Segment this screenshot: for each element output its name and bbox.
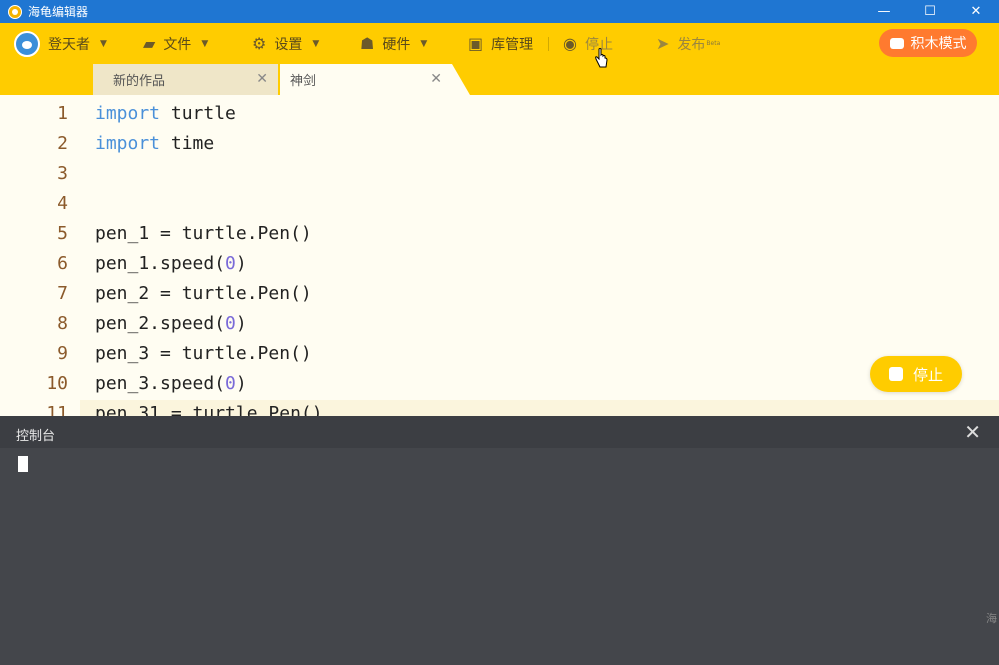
- code-line: pen_3 = turtle.Pen(): [95, 343, 312, 364]
- hand-pointer-icon: [595, 48, 608, 68]
- library-label: 库管理: [491, 36, 534, 53]
- robot-icon: ☗: [360, 34, 375, 53]
- floating-stop-label: 停止: [912, 365, 943, 384]
- line-number: 10: [46, 373, 68, 394]
- line-number: 1: [57, 103, 68, 124]
- beta-badge: Beta: [706, 40, 721, 47]
- file-menu-label: 文件: [163, 36, 192, 53]
- settings-menu[interactable]: ⚙ 设置 ▼: [252, 23, 319, 64]
- publish-button[interactable]: ➤ 发布 Beta: [656, 23, 720, 64]
- editor-tab-bar: 新的作品 ✕ 神剑 ✕: [0, 64, 999, 95]
- stop-circle-icon: ◉: [563, 34, 577, 53]
- login-label: 登天者: [48, 36, 90, 53]
- line-number: 4: [57, 193, 68, 214]
- block-mode-label: 积木模式: [910, 36, 967, 52]
- close-icon[interactable]: ✕: [430, 71, 442, 87]
- file-menu[interactable]: ▰ 文件 ▼: [143, 23, 208, 64]
- code-line: pen_31 = turtle.Pen(): [95, 403, 323, 416]
- line-number: 8: [57, 313, 68, 334]
- line-number-gutter: 1 2 3 4 5 6 7 8 9 10 11: [0, 95, 80, 416]
- code-line: pen_1.speed(0): [95, 253, 247, 274]
- line-number: 9: [57, 343, 68, 364]
- code-line: import time: [95, 133, 215, 154]
- maximize-button[interactable]: ☐: [907, 0, 953, 23]
- block-mode-button[interactable]: 积木模式: [879, 29, 977, 57]
- app-logo-icon: [8, 4, 22, 19]
- window-title: 海龟编辑器: [28, 5, 89, 19]
- publish-label: 发布: [677, 36, 706, 53]
- gear-icon: ⚙: [252, 34, 267, 53]
- library-button[interactable]: ▣ 库管理: [468, 23, 533, 64]
- chevron-down-icon: ▼: [420, 38, 428, 49]
- tab-label: 神剑: [290, 74, 317, 89]
- chevron-down-icon: ▼: [312, 38, 320, 49]
- line-number: 7: [57, 283, 68, 304]
- hardware-menu[interactable]: ☗ 硬件 ▼: [360, 23, 427, 64]
- window-controls: — ☐ ✕: [861, 0, 999, 23]
- code-line: import turtle: [95, 103, 236, 124]
- line-number: 6: [57, 253, 68, 274]
- line-number: 2: [57, 133, 68, 154]
- login-menu[interactable]: 登天者 ▼: [14, 23, 107, 64]
- title-bar: 海龟编辑器 — ☐ ✕: [0, 0, 999, 23]
- settings-menu-label: 设置: [274, 36, 303, 53]
- console-title: 控制台: [16, 429, 56, 444]
- close-window-button[interactable]: ✕: [953, 0, 999, 23]
- code-editor[interactable]: 1 2 3 4 5 6 7 8 9 10 11 import turtle im…: [0, 95, 999, 416]
- line-number: 3: [57, 163, 68, 184]
- code-line: pen_1 = turtle.Pen(): [95, 223, 312, 244]
- chevron-down-icon: ▼: [201, 38, 209, 49]
- stop-square-icon: [888, 367, 903, 381]
- block-icon: [889, 37, 904, 49]
- edge-text: 海: [986, 612, 997, 625]
- minimize-button[interactable]: —: [861, 0, 907, 23]
- code-line: pen_2 = turtle.Pen(): [95, 283, 312, 304]
- paper-plane-icon: ➤: [656, 34, 670, 53]
- chevron-down-icon: ▼: [100, 38, 107, 49]
- code-line: pen_2.speed(0): [95, 313, 247, 334]
- inbox-icon: ▣: [468, 34, 484, 53]
- close-icon[interactable]: ✕: [256, 71, 268, 87]
- console-output[interactable]: 海: [0, 448, 999, 665]
- folder-icon: ▰: [143, 34, 156, 53]
- close-console-icon[interactable]: ✕: [964, 420, 981, 444]
- hardware-menu-label: 硬件: [382, 36, 411, 53]
- tab-new-work[interactable]: 新的作品 ✕: [93, 64, 278, 95]
- line-number: 11: [46, 403, 68, 416]
- text-cursor: [18, 456, 28, 472]
- toolbar-divider: [548, 37, 549, 51]
- avatar: [14, 30, 40, 57]
- line-number: 5: [57, 223, 68, 244]
- code-line: pen_3.speed(0): [95, 373, 247, 394]
- floating-stop-button[interactable]: 停止: [870, 356, 962, 392]
- console-header: 控制台 ✕: [0, 416, 999, 448]
- tab-label: 新的作品: [113, 74, 166, 89]
- main-toolbar: 登天者 ▼ ▰ 文件 ▼ ⚙ 设置 ▼ ☗ 硬件 ▼ ▣ 库管理 ◉ 停止 ➤ …: [0, 23, 999, 64]
- tab-shenjian[interactable]: 神剑 ✕: [280, 64, 470, 95]
